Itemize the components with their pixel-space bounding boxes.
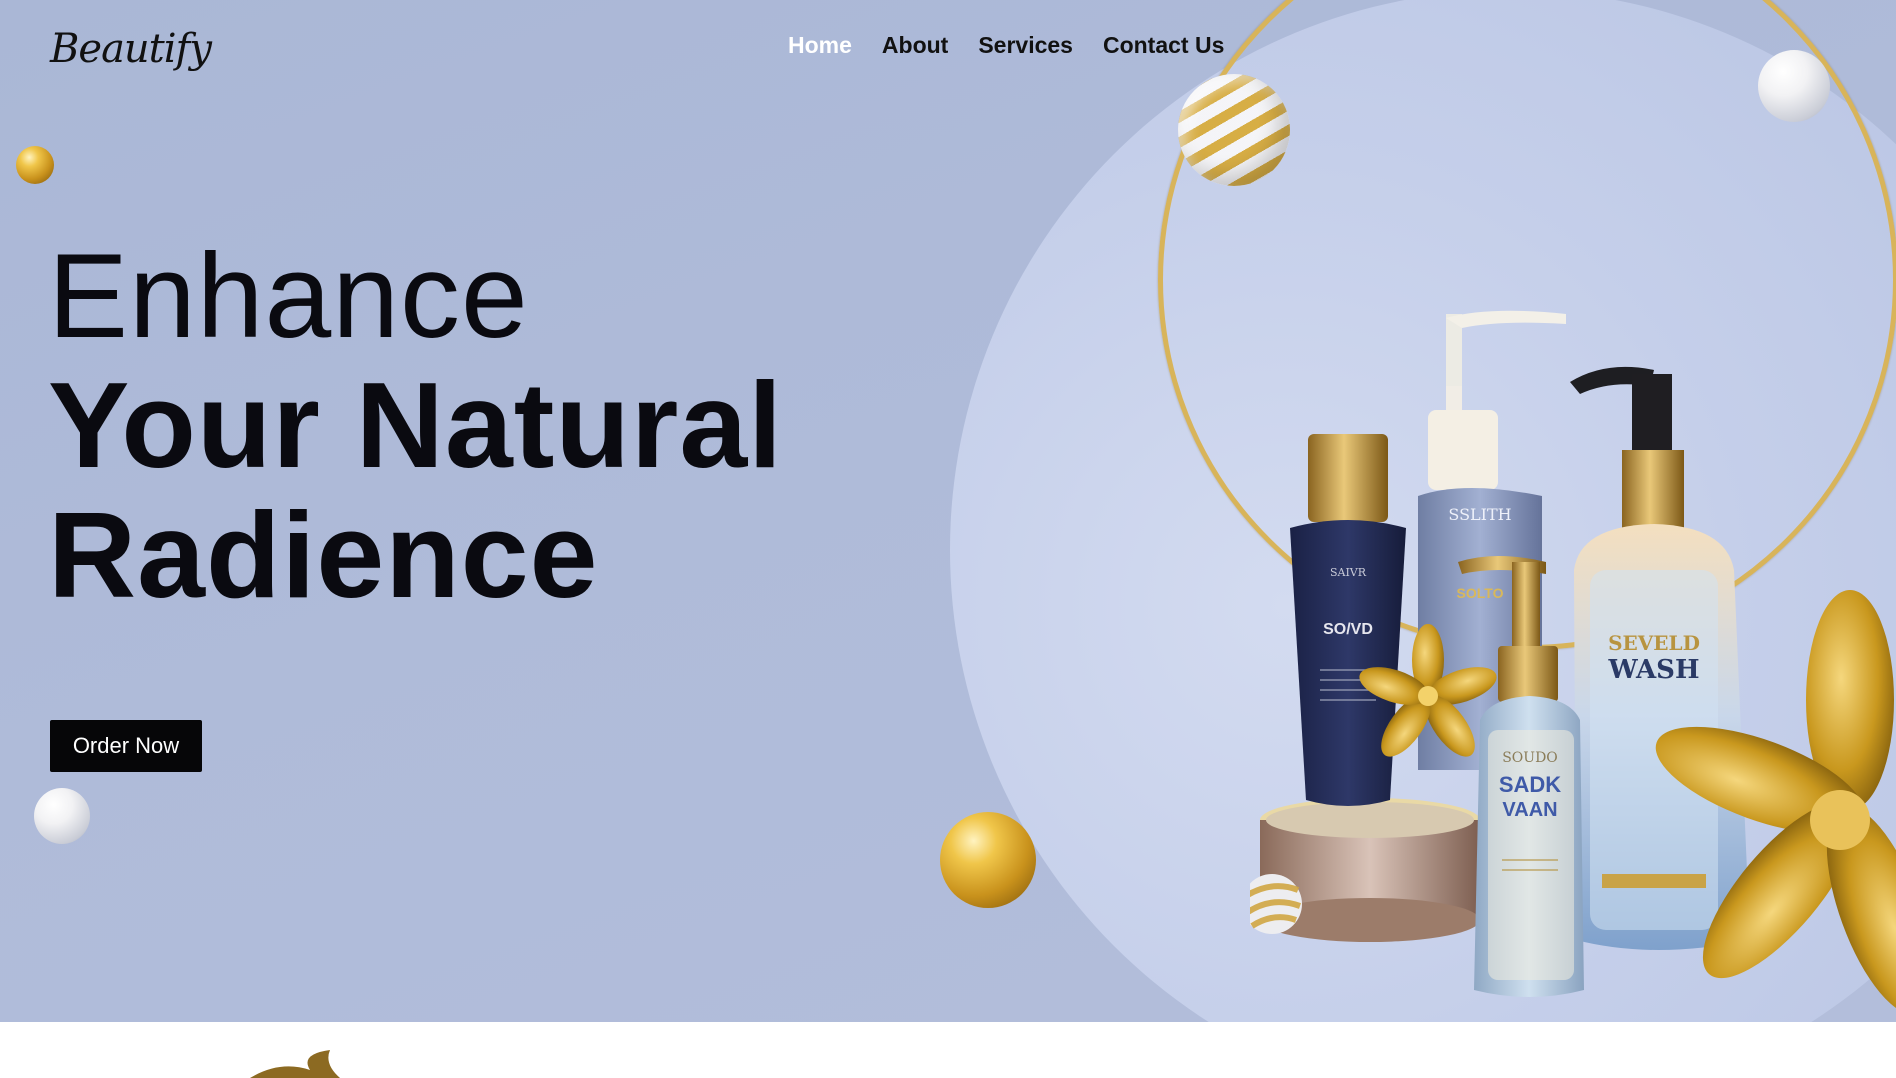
- order-now-button[interactable]: Order Now: [50, 720, 202, 772]
- product-group-image: SAIVR SO/VD SSLITH SOLTO SEVELD WASH SOU…: [1250, 300, 1896, 1022]
- pearl-sphere-icon: [34, 788, 90, 844]
- gold-leaf-icon: [250, 1050, 340, 1078]
- svg-text:SOLTO: SOLTO: [1457, 585, 1504, 601]
- svg-text:SADK: SADK: [1499, 772, 1561, 797]
- svg-text:SEVELD: SEVELD: [1608, 631, 1700, 655]
- gold-sphere-icon: [940, 812, 1036, 908]
- svg-text:WASH: WASH: [1607, 655, 1699, 685]
- svg-text:SAIVR: SAIVR: [1330, 566, 1367, 579]
- nav-item-home[interactable]: Home: [788, 32, 852, 59]
- nav-item-services[interactable]: Services: [978, 32, 1073, 59]
- svg-text:SOUDO: SOUDO: [1502, 750, 1558, 766]
- headline-line-2: Your Natural: [48, 357, 784, 493]
- brand-logo[interactable]: Beautify: [50, 26, 212, 72]
- hero-section: Beautify Home About Services Contact Us …: [0, 0, 1896, 1022]
- headline-line-3: Radience: [48, 487, 599, 623]
- main-nav: Home About Services Contact Us: [788, 32, 1224, 59]
- pearl-sphere-icon: [1758, 50, 1830, 122]
- svg-text:SO/VD: SO/VD: [1323, 621, 1373, 638]
- svg-text:SSLITH: SSLITH: [1448, 505, 1511, 524]
- svg-text:VAAN: VAAN: [1502, 799, 1557, 821]
- gold-sphere-icon: [16, 146, 54, 184]
- headline-line-1: Enhance: [48, 229, 529, 363]
- hero-headline: Enhance Your Natural Radience: [48, 232, 783, 620]
- striped-sphere-icon: [1178, 74, 1290, 186]
- nav-item-about[interactable]: About: [882, 32, 948, 59]
- nav-item-contact[interactable]: Contact Us: [1103, 32, 1224, 59]
